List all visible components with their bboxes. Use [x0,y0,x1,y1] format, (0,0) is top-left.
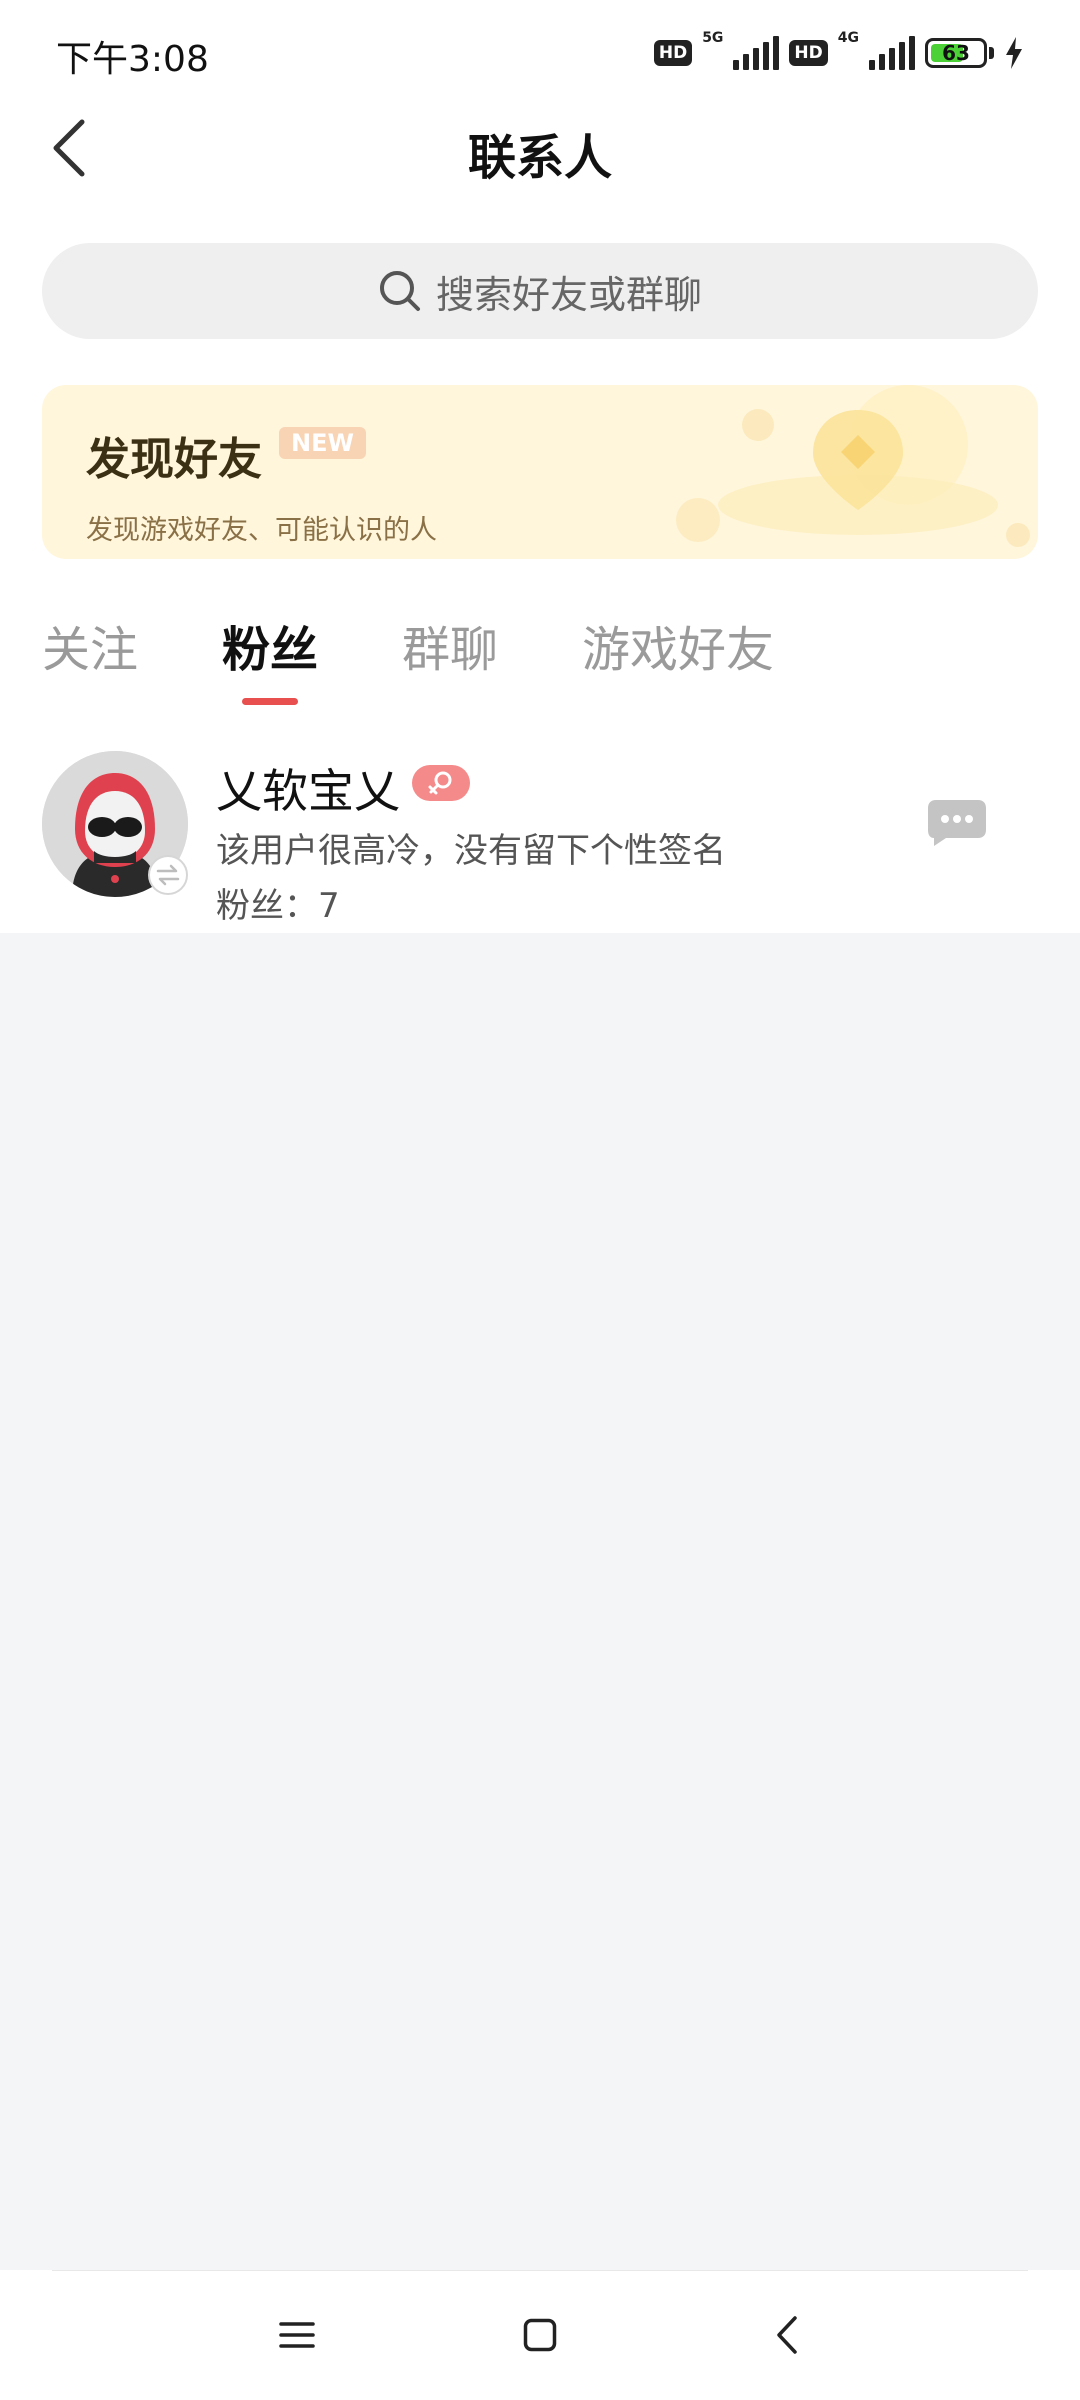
active-tab-indicator [242,698,299,705]
charging-icon [1006,37,1022,69]
menu-icon [279,2322,315,2348]
contact-tabs: 关注 粉丝 群聊 游戏好友 [42,615,858,705]
tab-following[interactable]: 关注 [42,615,138,705]
hd-icon: HD [653,40,693,66]
user-name: 乂软宝乂 [216,764,400,818]
status-time: 下午3:08 [56,39,209,80]
back-chevron-icon [777,2316,797,2354]
chat-bubble-icon [928,800,986,846]
map-pin-decoration-icon [676,385,1030,547]
menu-button[interactable] [262,2300,332,2370]
follower-list-item[interactable]: 乂软宝乂 该用户很高冷，没有留下个性签名 粉丝：7 [0,735,1080,931]
message-button[interactable] [924,795,990,851]
signal-icon [869,36,915,70]
discover-friends-banner[interactable]: 发现好友 NEW 发现游戏好友、可能认识的人 [42,385,1038,559]
nav-divider [52,2270,1028,2271]
new-badge: NEW [279,427,366,459]
tab-fans[interactable]: 粉丝 [222,615,318,705]
network-type-5g: 5G [702,30,724,46]
female-icon [412,765,470,801]
tab-label: 粉丝 [222,622,319,678]
fans-count: 粉丝：7 [216,886,340,926]
battery-percent: 63 [942,41,970,65]
tab-label: 关注 [42,622,139,678]
battery-icon: 63 [925,38,987,68]
signal-icon [733,36,780,70]
tab-label: 群聊 [402,622,499,678]
search-placeholder: 搜索好友或群聊 [435,272,702,317]
system-nav-bar [0,2270,1080,2400]
status-icons: HD 5G HD 4G 63 [653,28,1024,78]
discover-title: 发现好友 [86,434,262,485]
network-type-4g: 4G [837,30,859,46]
search-icon [379,271,420,311]
tab-group-chat[interactable]: 群聊 [402,615,498,705]
discover-subtitle: 发现游戏好友、可能认识的人 [86,515,437,546]
hd-icon: HD [789,40,828,66]
home-square-icon [523,2318,557,2352]
tab-label: 游戏好友 [582,622,775,678]
page-title: 联系人 [467,130,612,186]
battery-cap [989,47,994,59]
system-back-button[interactable] [752,2300,822,2370]
mutual-follow-icon [148,855,188,895]
home-button[interactable] [505,2300,575,2370]
user-bio: 该用户很高冷，没有留下个性签名 [216,831,726,871]
search-bar[interactable]: 搜索好友或群聊 [42,243,1038,339]
status-bar: 下午3:08 HD 5G HD 4G 63 [0,0,1080,100]
tab-game-friends[interactable]: 游戏好友 [582,615,774,705]
